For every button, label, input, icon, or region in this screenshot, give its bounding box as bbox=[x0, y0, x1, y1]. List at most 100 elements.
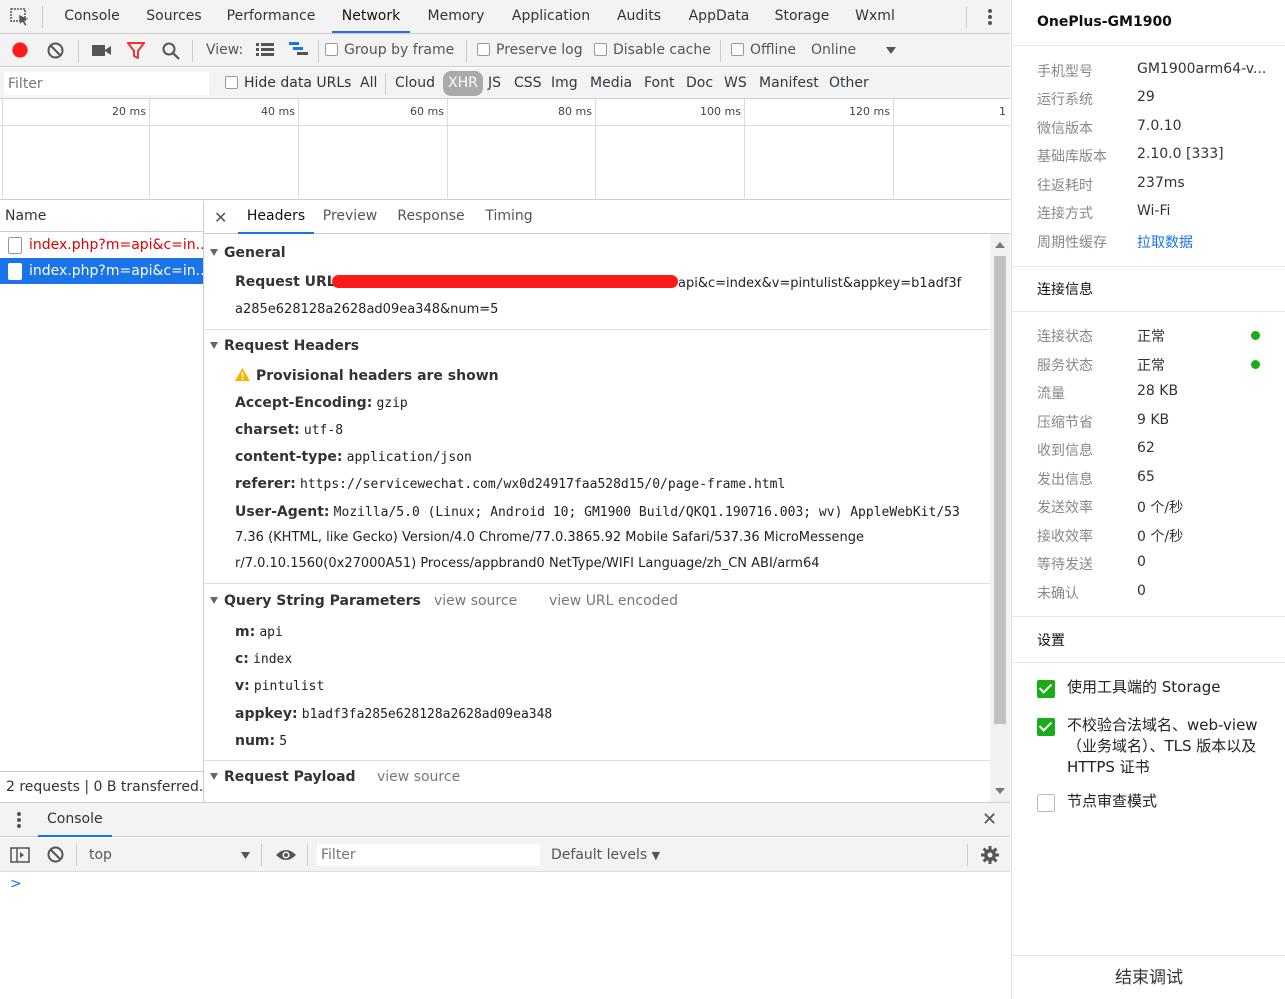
param-key: num: bbox=[235, 733, 276, 749]
checkbox-icon[interactable] bbox=[325, 43, 338, 56]
clear-icon[interactable] bbox=[47, 42, 64, 59]
console-prompt[interactable]: > bbox=[10, 876, 22, 892]
filter-type-font[interactable]: Font bbox=[639, 71, 679, 96]
live-expression-eye-icon[interactable] bbox=[275, 848, 297, 862]
tab-application[interactable]: Application bbox=[504, 0, 598, 33]
console-filter-input[interactable] bbox=[317, 844, 540, 866]
preserve-log-checkbox[interactable]: Preserve log bbox=[477, 34, 583, 67]
conn-value: 62 bbox=[1137, 440, 1155, 456]
disable-cache-checkbox[interactable]: Disable cache bbox=[594, 34, 711, 67]
end-debug-button[interactable]: 结束调试 bbox=[1012, 955, 1285, 999]
inspect-element-icon[interactable] bbox=[10, 8, 30, 26]
request-details-pane: ✕ Headers Preview Response Timing Genera… bbox=[204, 201, 1010, 802]
tab-wxml[interactable]: Wxml bbox=[846, 0, 904, 33]
divider bbox=[1012, 311, 1285, 312]
query-params-section-header[interactable]: Query String Parameters bbox=[210, 593, 421, 609]
param-key: m: bbox=[235, 624, 256, 640]
checkbox-icon[interactable] bbox=[731, 43, 744, 56]
screenshot-camera-icon[interactable] bbox=[92, 44, 112, 57]
tab-appdata[interactable]: AppData bbox=[680, 0, 758, 33]
details-scrollbar[interactable] bbox=[990, 234, 1010, 802]
filter-type-other[interactable]: Other bbox=[824, 71, 874, 96]
filter-type-doc[interactable]: Doc bbox=[681, 71, 718, 96]
tab-storage[interactable]: Storage bbox=[768, 0, 836, 33]
filter-type-xhr[interactable]: XHR bbox=[443, 71, 483, 96]
tab-sources[interactable]: Sources bbox=[138, 0, 210, 33]
expand-triangle-icon[interactable] bbox=[210, 597, 218, 604]
view-source-link[interactable]: view source bbox=[377, 769, 460, 785]
tab-network[interactable]: Network bbox=[332, 0, 410, 33]
gear-icon[interactable] bbox=[981, 846, 999, 864]
tab-headers[interactable]: Headers bbox=[238, 201, 314, 234]
expand-triangle-icon[interactable] bbox=[210, 773, 218, 780]
scroll-up-arrow-icon[interactable] bbox=[995, 242, 1005, 248]
timeline-gridline bbox=[744, 99, 745, 200]
log-levels-select[interactable]: Default levels ▼ bbox=[551, 838, 660, 873]
request-row[interactable]: index.php?m=api&c=in... bbox=[0, 232, 203, 258]
filter-type-all[interactable]: All bbox=[355, 71, 382, 96]
hide-data-urls-checkbox[interactable]: Hide data URLs bbox=[225, 68, 351, 99]
offline-checkbox[interactable]: Offline bbox=[731, 34, 796, 67]
conn-key: 压缩节省 bbox=[1037, 415, 1093, 431]
throttling-select[interactable]: Online bbox=[811, 34, 856, 67]
view-source-link[interactable]: view source bbox=[434, 593, 517, 609]
name-column-header[interactable]: Name bbox=[0, 201, 203, 232]
chevron-down-icon[interactable] bbox=[886, 47, 896, 54]
tab-memory[interactable]: Memory bbox=[418, 0, 494, 33]
request-row-selected[interactable]: index.php?m=api&c=in... bbox=[0, 258, 203, 284]
group-by-frame-checkbox[interactable]: Group by frame bbox=[325, 34, 454, 67]
clear-console-icon[interactable] bbox=[47, 846, 64, 863]
tab-response[interactable]: Response bbox=[394, 201, 468, 234]
header-value: https://servicewechat.com/wx0d24917faa52… bbox=[300, 477, 786, 492]
expand-triangle-icon[interactable] bbox=[210, 249, 218, 256]
skip-domain-check-checkbox[interactable] bbox=[1037, 718, 1055, 736]
expand-triangle-icon[interactable] bbox=[210, 342, 218, 349]
tab-timing[interactable]: Timing bbox=[480, 201, 538, 234]
record-icon[interactable] bbox=[11, 41, 29, 59]
info-value: GM1900arm64-v... bbox=[1137, 61, 1267, 77]
scrollbar-thumb[interactable] bbox=[994, 256, 1006, 724]
throttling-value: Online bbox=[811, 42, 857, 58]
filter-type-ws[interactable]: WS bbox=[719, 71, 752, 96]
drawer-menu-icon[interactable] bbox=[17, 812, 21, 828]
checkbox-icon[interactable] bbox=[594, 43, 607, 56]
filter-funnel-icon[interactable] bbox=[127, 42, 145, 59]
filter-type-css[interactable]: CSS bbox=[509, 71, 547, 96]
drawer-tab-console[interactable]: Console bbox=[38, 803, 112, 837]
use-tool-storage-checkbox[interactable] bbox=[1037, 680, 1055, 698]
filter-type-cloud[interactable]: Cloud bbox=[390, 71, 440, 96]
timeline-overview[interactable]: 20 ms 40 ms 60 ms 80 ms 100 ms 120 ms 1 bbox=[0, 99, 1010, 200]
checkbox-icon[interactable] bbox=[477, 43, 490, 56]
scroll-down-arrow-icon[interactable] bbox=[995, 788, 1005, 794]
node-inspect-mode-checkbox[interactable] bbox=[1037, 794, 1055, 812]
general-section-header[interactable]: General bbox=[210, 245, 286, 261]
request-headers-section-header[interactable]: Request Headers bbox=[210, 338, 359, 354]
console-drawer: Console ✕ top Default levels ▼ > bbox=[0, 802, 1010, 999]
search-icon[interactable] bbox=[162, 42, 180, 60]
filter-type-js[interactable]: JS bbox=[483, 71, 506, 96]
filter-input[interactable] bbox=[4, 72, 209, 95]
more-options-icon[interactable] bbox=[986, 8, 994, 26]
checkbox-icon[interactable] bbox=[225, 76, 238, 89]
param-key: c: bbox=[235, 651, 249, 667]
timeline-gridline bbox=[447, 99, 448, 200]
filter-type-img[interactable]: Img bbox=[546, 71, 583, 96]
section-title: Query String Parameters bbox=[224, 593, 421, 609]
tab-preview[interactable]: Preview bbox=[318, 201, 382, 234]
close-icon[interactable]: ✕ bbox=[214, 208, 227, 227]
conn-key: 等待发送 bbox=[1037, 557, 1093, 573]
tab-performance[interactable]: Performance bbox=[220, 0, 322, 33]
close-drawer-icon[interactable]: ✕ bbox=[982, 809, 997, 830]
view-url-encoded-link[interactable]: view URL encoded bbox=[549, 593, 678, 609]
tab-audits[interactable]: Audits bbox=[608, 0, 670, 33]
chevron-down-icon[interactable] bbox=[241, 852, 250, 859]
filter-type-media[interactable]: Media bbox=[585, 71, 637, 96]
waterfall-overview-icon[interactable] bbox=[289, 42, 309, 58]
console-sidebar-icon[interactable] bbox=[10, 847, 30, 863]
tab-console[interactable]: Console bbox=[56, 0, 128, 33]
request-payload-section-header[interactable]: Request Payload bbox=[210, 769, 356, 785]
context-select[interactable]: top bbox=[89, 838, 112, 872]
filter-type-manifest[interactable]: Manifest bbox=[754, 71, 824, 96]
pull-data-link[interactable]: 拉取数据 bbox=[1137, 232, 1267, 252]
large-rows-icon[interactable] bbox=[256, 43, 274, 57]
